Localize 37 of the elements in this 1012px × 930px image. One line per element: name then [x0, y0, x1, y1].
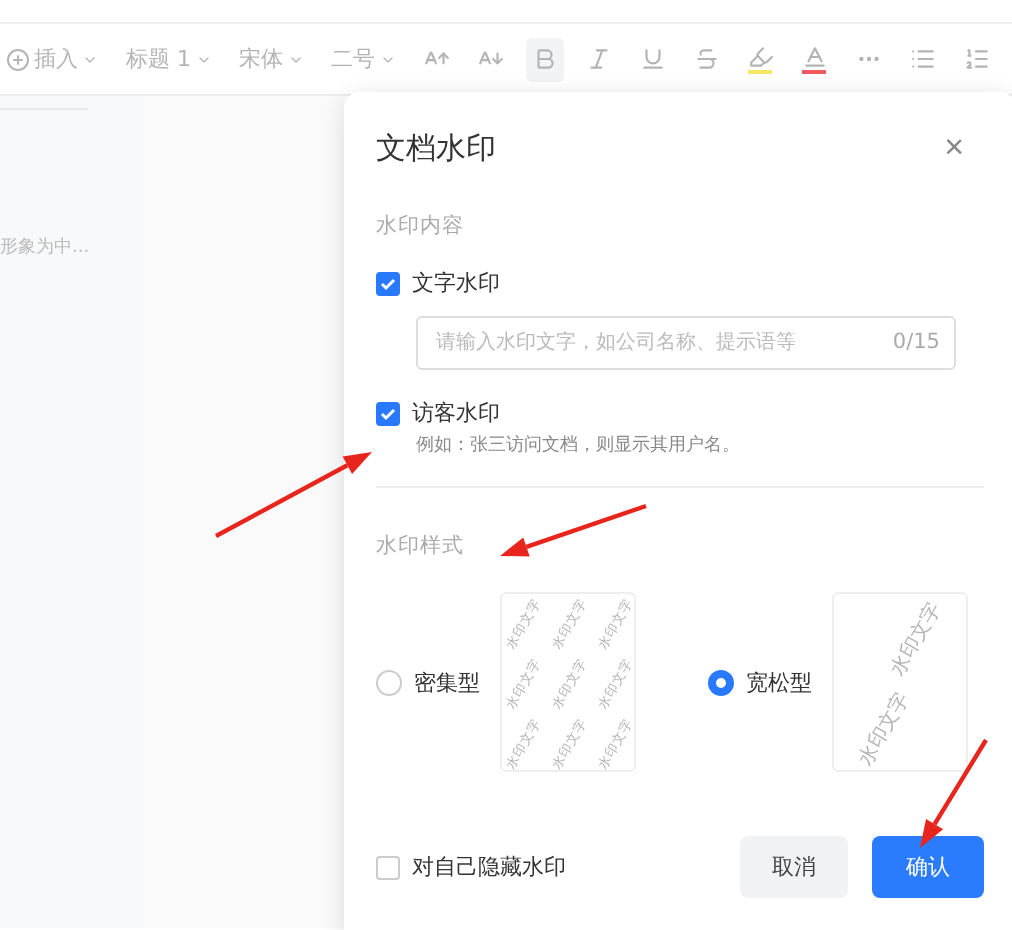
insert-button[interactable]: 插入: [0, 37, 104, 81]
checkbox[interactable]: [376, 271, 400, 295]
radio-label: 宽松型: [746, 667, 812, 697]
outline-item[interactable]: 形象为中...: [0, 234, 144, 260]
hint-text: 例如：张三访问文档，则显示其用户名。: [416, 433, 742, 458]
section-label: 水印内容: [376, 212, 466, 240]
section-label: 水印样式: [376, 532, 466, 560]
bold-icon: [531, 46, 557, 72]
checkbox-label: 文字水印: [412, 268, 500, 298]
radio-button[interactable]: [376, 669, 402, 695]
font-color-icon: [801, 44, 827, 70]
checkbox-label: 访客水印: [412, 398, 500, 428]
annotation-arrow: [920, 738, 988, 848]
plus-icon: [6, 47, 30, 71]
check-icon: [380, 275, 396, 291]
italic-icon: [585, 46, 611, 72]
format-dropdown[interactable]: 宋体: [233, 37, 309, 81]
checkbox[interactable]: [376, 855, 400, 879]
close-button[interactable]: ×: [944, 128, 984, 168]
watermark-text: 水印文字: [889, 599, 947, 679]
watermark-text: 水印文字: [857, 689, 915, 769]
bold-button[interactable]: [525, 37, 563, 81]
radio-button[interactable]: [708, 669, 734, 695]
dialog-title: 文档水印: [376, 129, 496, 167]
strikethrough-icon: [693, 46, 719, 72]
numbered-list-icon: [963, 46, 989, 72]
radio-label: 密集型: [414, 667, 480, 697]
cancel-button[interactable]: 取消: [740, 836, 848, 898]
check-icon: [380, 405, 396, 421]
format-dropdown[interactable]: 标题 1: [120, 37, 217, 81]
highlighter-icon: [747, 44, 773, 70]
character-counter: 0/15: [892, 330, 940, 354]
confirm-button[interactable]: 确认: [872, 836, 984, 898]
format-dropdown[interactable]: 二号: [325, 37, 401, 81]
checkbox-label: 对自己隐藏水印: [412, 852, 566, 882]
checkbox[interactable]: [376, 401, 400, 425]
underline-icon: [639, 46, 665, 72]
